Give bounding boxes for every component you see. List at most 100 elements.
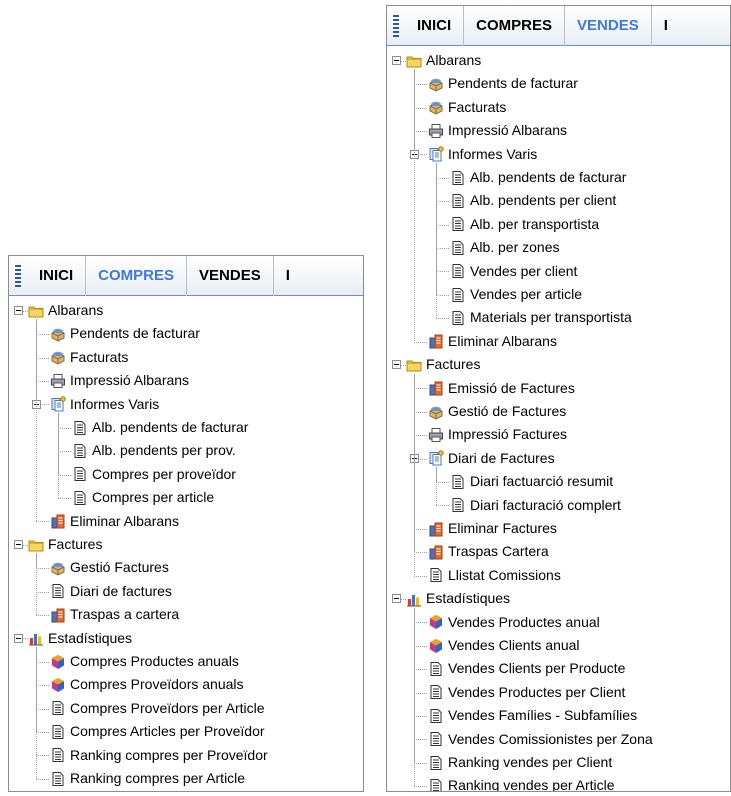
tree-item[interactable]: Albarans [28,299,103,322]
tree-item-label: Compres Productes anuals [70,653,239,669]
tab-cut-off[interactable]: I [652,6,680,46]
tree-item-label: Albarans [426,52,482,68]
tree-item[interactable]: Diari facturació complert [450,494,621,517]
tree-item[interactable]: Pendents de facturar [428,72,578,95]
tree-item-label: Informes Varis [448,145,538,162]
tree-item[interactable]: Informes Varis [50,393,159,416]
tab-vendes[interactable]: VENDES [565,6,652,46]
document-icon [428,778,444,791]
tree-item[interactable]: Factures [406,353,480,376]
document-icon [428,684,444,700]
document-icon [450,263,466,279]
tree-item[interactable]: Vendes per article [450,283,582,306]
tree-item[interactable]: Vendes Productes anual [428,611,600,634]
document-icon [450,170,466,186]
delete-icon [428,521,444,537]
tree-item[interactable]: Albarans [406,49,481,72]
expand-toggle[interactable] [14,540,23,550]
tree-item[interactable]: Alb. pendents de facturar [72,416,248,439]
folder-icon [28,303,44,319]
tree-item[interactable]: Pendents de facturar [50,322,200,345]
tree-item[interactable]: Compres Proveïdors anuals [50,673,244,696]
tree-item[interactable]: Diari de factures [50,580,172,603]
tree-item[interactable]: Compres Productes anuals [50,650,239,673]
document-icon [450,474,466,490]
tree-item[interactable]: Materials per transportista [450,306,632,329]
tree-item[interactable]: Eliminar Albarans [50,510,179,533]
tree-item[interactable]: Facturats [50,346,128,369]
tree-item[interactable]: Estadístiques [406,587,510,610]
tree-item-label: Vendes Clients per Producte [448,660,626,677]
tree-item-label: Impressió Factures [448,426,568,443]
toolbar-grip[interactable] [15,264,21,287]
tree-item[interactable]: Ranking vendes per Article [428,774,615,791]
tree-item[interactable]: Vendes Clients anual [428,634,580,657]
tree-item[interactable]: Ranking compres per Proveïdor [50,744,268,767]
tree-item[interactable]: Vendes Productes per Client [428,681,625,704]
tree-item[interactable]: Gestió de Factures [428,400,566,423]
tree-item[interactable]: Diari factuarció resumit [450,470,613,493]
tree-item-label: Vendes Famílies - Subfamílies [448,707,638,724]
tree-item[interactable]: Impressió Albarans [428,119,567,142]
tab-inici[interactable]: INICI [27,256,87,296]
expand-toggle[interactable] [392,594,401,604]
tree-item[interactable]: Compres per proveïdor [72,463,236,486]
tree-item[interactable]: Ranking compres per Article [50,767,245,790]
document-icon [428,731,444,747]
tree-item[interactable]: Eliminar Factures [428,517,557,540]
document-icon [50,583,66,599]
tree-item[interactable]: Diari de Factures [428,447,555,470]
tab-compres[interactable]: COMPRES [464,6,566,46]
report-group-icon [428,450,444,466]
tree-item[interactable]: Ranking vendes per Client [428,751,612,774]
tree-item[interactable]: Traspas a cartera [50,603,179,626]
tree-item[interactable]: Compres per article [72,486,214,509]
tree-item[interactable]: Vendes Famílies - Subfamílies [428,704,637,727]
tree-item[interactable]: Alb. pendents per prov. [72,439,236,462]
tab-vendes[interactable]: VENDES [187,256,274,296]
tree-item[interactable]: Facturats [428,96,506,119]
toolbar-grip[interactable] [393,14,399,37]
document-icon [428,567,444,583]
document-icon [450,240,466,256]
tree-item-label: Compres per proveïdor [92,465,236,482]
delete-icon [428,544,444,560]
tree-item[interactable]: Impressió Albarans [50,369,189,392]
tree-item[interactable]: Vendes Clients per Producte [428,657,625,680]
document-icon [50,700,66,716]
tree-item[interactable]: Alb. per zones [450,236,560,259]
tree-item-label: Pendents de facturar [70,325,200,342]
tree-item[interactable]: Gestió Factures [50,556,169,579]
tree-item[interactable]: Eliminar Albarans [428,330,557,353]
tree-item-label: Alb. pendents de facturar [470,169,627,185]
tree-item[interactable]: Llistat Comissions [428,564,561,587]
tree-item[interactable]: Emissió de Factures [428,377,575,400]
tree-item[interactable]: Compres Proveïdors per Article [50,697,265,720]
folder-icon [406,357,422,373]
tree-item-label: Alb. pendents de facturar [92,419,249,435]
expand-toggle[interactable] [14,306,23,316]
tree-item[interactable]: Impressió Factures [428,423,567,446]
tree-item[interactable]: Alb. pendents de facturar [450,166,626,189]
tree-item-label: Llistat Comissions [448,566,561,583]
chart-icon [406,591,422,607]
tree-item[interactable]: Vendes per client [450,260,577,283]
expand-toggle[interactable] [14,633,23,643]
expand-toggle[interactable] [392,360,401,370]
tree-item[interactable]: Compres Articles per Proveïdor [50,720,265,743]
box-icon [428,76,444,92]
tree-item[interactable]: Vendes Comissionistes per Zona [428,728,653,751]
document-icon [72,490,88,506]
tree-item[interactable]: Alb. per transportista [450,213,599,236]
tree-item[interactable]: Factures [28,533,102,556]
tree-item-label: Estadístiques [426,590,511,607]
tree-item[interactable]: Estadístiques [28,627,132,650]
expand-toggle[interactable] [392,56,401,66]
tree-item[interactable]: Informes Varis [428,143,537,166]
tree-item-label: Vendes Clients anual [448,637,580,653]
tree-item[interactable]: Traspas Cartera [428,540,549,563]
tree-item[interactable]: Alb. pendents per client [450,189,616,212]
tab-inici[interactable]: INICI [405,6,465,46]
tab-cut-off[interactable]: I [274,256,302,296]
tab-compres[interactable]: COMPRES [86,256,188,296]
